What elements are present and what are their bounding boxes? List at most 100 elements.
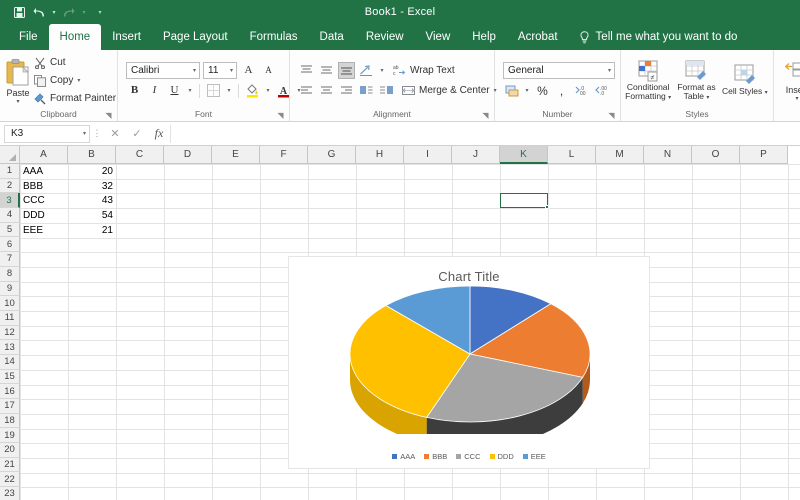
number-dialog-launcher[interactable]: ◥ xyxy=(607,111,616,120)
row-header-20[interactable]: 20 xyxy=(0,443,20,458)
pie-chart[interactable]: Chart Title AAABBBCCCDDDEEE xyxy=(288,256,650,469)
column-header-a[interactable]: A xyxy=(20,146,68,164)
column-header-b[interactable]: B xyxy=(68,146,116,164)
column-header-d[interactable]: D xyxy=(164,146,212,164)
font-dialog-launcher[interactable]: ◥ xyxy=(276,111,285,120)
row-header-2[interactable]: 2 xyxy=(0,179,20,194)
column-header-g[interactable]: G xyxy=(308,146,356,164)
column-header-p[interactable]: P xyxy=(740,146,788,164)
copy-button[interactable]: Copy ▾ xyxy=(34,73,116,89)
tab-review[interactable]: Review xyxy=(355,24,415,50)
insert-cells-button[interactable]: Insert ▾ xyxy=(779,60,800,102)
insert-cells-dropdown-icon[interactable]: ▾ xyxy=(795,96,798,102)
cell-a5[interactable]: EEE xyxy=(20,223,68,238)
column-header-l[interactable]: L xyxy=(548,146,596,164)
row-header-6[interactable]: 6 xyxy=(0,237,20,252)
font-size-combo[interactable]: 11 ▾ xyxy=(203,62,237,79)
decrease-indent-button[interactable] xyxy=(358,82,375,99)
align-center-button[interactable] xyxy=(318,82,335,99)
accounting-format-button[interactable] xyxy=(503,82,520,99)
cell-styles-button[interactable]: Cell Styles ▾ xyxy=(722,62,768,99)
row-header-4[interactable]: 4 xyxy=(0,208,20,223)
undo-dropdown-icon[interactable]: ▾ xyxy=(50,9,58,16)
row-header-14[interactable]: 14 xyxy=(0,355,20,370)
underline-dropdown-icon[interactable]: ▾ xyxy=(186,82,194,99)
tab-formulas[interactable]: Formulas xyxy=(239,24,309,50)
column-header-n[interactable]: N xyxy=(644,146,692,164)
merge-center-button[interactable]: Merge & Center ▾ xyxy=(398,82,497,99)
align-right-button[interactable] xyxy=(338,82,355,99)
conditional-formatting-dropdown-icon[interactable]: ▾ xyxy=(668,95,671,101)
fill-handle[interactable] xyxy=(545,205,549,209)
align-middle-button[interactable] xyxy=(318,62,335,79)
tab-view[interactable]: View xyxy=(415,24,462,50)
cancel-formula-button[interactable]: ✕ xyxy=(104,127,126,140)
tab-file[interactable]: File xyxy=(8,24,49,50)
font-size-caret-icon[interactable]: ▾ xyxy=(226,67,233,74)
tab-acrobat[interactable]: Acrobat xyxy=(507,24,569,50)
column-header-f[interactable]: F xyxy=(260,146,308,164)
copy-dropdown-icon[interactable]: ▾ xyxy=(77,77,80,84)
row-header-18[interactable]: 18 xyxy=(0,414,20,429)
decrease-decimal-button[interactable]: .00 .0 xyxy=(592,82,609,99)
undo-icon[interactable] xyxy=(30,3,48,21)
row-header-8[interactable]: 8 xyxy=(0,267,20,282)
column-header-h[interactable]: H xyxy=(356,146,404,164)
accounting-dropdown-icon[interactable]: ▾ xyxy=(523,82,531,99)
cut-button[interactable]: Cut xyxy=(34,55,116,71)
legend-item-eee[interactable]: EEE xyxy=(523,452,546,461)
legend-item-bbb[interactable]: BBB xyxy=(424,452,447,461)
row-header-12[interactable]: 12 xyxy=(0,326,20,341)
bold-button[interactable]: B xyxy=(126,82,143,99)
clipboard-dialog-launcher[interactable]: ◥ xyxy=(104,111,113,120)
legend-item-aaa[interactable]: AAA xyxy=(392,452,415,461)
row-header-1[interactable]: 1 xyxy=(0,164,20,179)
orientation-dropdown-icon[interactable]: ▾ xyxy=(378,62,386,79)
borders-dropdown-icon[interactable]: ▾ xyxy=(225,82,233,99)
fill-color-dropdown-icon[interactable]: ▾ xyxy=(264,82,272,99)
row-header-7[interactable]: 7 xyxy=(0,252,20,267)
paste-dropdown-icon[interactable]: ▾ xyxy=(16,99,19,105)
column-header-e[interactable]: E xyxy=(212,146,260,164)
select-all-corner[interactable] xyxy=(0,146,20,164)
cell-b5[interactable]: 21 xyxy=(68,223,116,238)
font-name-caret-icon[interactable]: ▾ xyxy=(189,67,196,74)
column-header-j[interactable]: J xyxy=(452,146,500,164)
active-cell-selection[interactable] xyxy=(500,193,548,208)
cell-b1[interactable]: 20 xyxy=(68,164,116,179)
row-header-17[interactable]: 17 xyxy=(0,399,20,414)
font-name-combo[interactable]: Calibri ▾ xyxy=(126,62,200,79)
number-format-combo[interactable]: General ▾ xyxy=(503,62,615,79)
enter-formula-button[interactable]: ✓ xyxy=(126,127,148,140)
column-header-c[interactable]: C xyxy=(116,146,164,164)
legend-item-ddd[interactable]: DDD xyxy=(490,452,514,461)
format-as-table-dropdown-icon[interactable]: ▾ xyxy=(706,95,709,101)
conditional-formatting-button[interactable]: ≠ Conditional Formatting ▾ xyxy=(625,58,671,104)
row-header-22[interactable]: 22 xyxy=(0,472,20,487)
align-bottom-button[interactable] xyxy=(338,62,355,79)
row-header-11[interactable]: 11 xyxy=(0,311,20,326)
row-header-16[interactable]: 16 xyxy=(0,384,20,399)
increase-decimal-button[interactable]: .0 00 xyxy=(572,82,589,99)
column-header-k[interactable]: K xyxy=(500,146,548,164)
increase-font-size-button[interactable]: A xyxy=(240,62,257,79)
number-format-caret-icon[interactable]: ▾ xyxy=(604,67,611,74)
customize-quick-access-icon[interactable]: ▾ xyxy=(96,9,104,16)
borders-button[interactable] xyxy=(205,82,222,99)
cell-b2[interactable]: 32 xyxy=(68,179,116,194)
tell-me-box[interactable]: Tell me what you want to do xyxy=(569,24,748,50)
name-box-caret-icon[interactable]: ▾ xyxy=(83,130,86,137)
tab-home[interactable]: Home xyxy=(49,24,102,50)
tab-insert[interactable]: Insert xyxy=(101,24,152,50)
align-left-button[interactable] xyxy=(298,82,315,99)
format-as-table-button[interactable]: Format as Table ▾ xyxy=(673,58,719,104)
formula-input[interactable] xyxy=(170,125,800,143)
cell-b4[interactable]: 54 xyxy=(68,208,116,223)
fill-color-button[interactable] xyxy=(244,82,261,99)
row-header-19[interactable]: 19 xyxy=(0,428,20,443)
tab-help[interactable]: Help xyxy=(461,24,507,50)
row-header-10[interactable]: 10 xyxy=(0,296,20,311)
wrap-text-button[interactable]: ab c Wrap Text xyxy=(389,62,455,79)
cell-a3[interactable]: CCC xyxy=(20,193,68,208)
comma-style-button[interactable]: , xyxy=(554,82,569,99)
